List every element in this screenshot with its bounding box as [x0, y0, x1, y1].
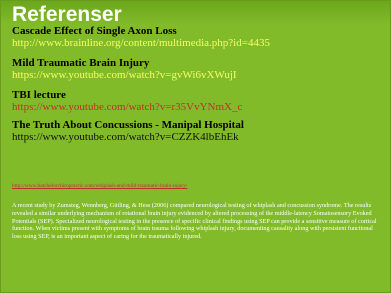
- slide: Referenser Cascade Effect of Single Axon…: [0, 0, 391, 293]
- reference-title: Cascade Effect of Single Axon Loss: [12, 25, 177, 37]
- footer-link[interactable]: http://www.batchelorchiropractic.com/whi…: [12, 183, 384, 190]
- reference-link[interactable]: http://www.brainline.org/content/multime…: [12, 37, 384, 49]
- reference-link[interactable]: https://www.youtube.com/watch?v=gvWi6vXW…: [12, 69, 384, 81]
- footer-paragraph: A recent study by Zumsteg, Wennberg, Güt…: [12, 202, 377, 241]
- reference-title: The Truth About Concussions - Manipal Ho…: [12, 119, 244, 131]
- footer-section: http://www.batchelorchiropractic.com/whi…: [12, 183, 384, 241]
- reference-title: Mild Traumatic Brain Injury: [12, 57, 150, 69]
- reference-link[interactable]: https://www.youtube.com/watch?v=r35VvYNm…: [12, 101, 384, 113]
- reference-link[interactable]: https://www.youtube.com/watch?v=CZZK4lbE…: [12, 131, 384, 143]
- slide-title: Referenser: [12, 3, 122, 26]
- reference-title: TBI lecture: [12, 89, 66, 101]
- reference-list: Cascade Effect of Single Axon Loss http:…: [12, 25, 384, 143]
